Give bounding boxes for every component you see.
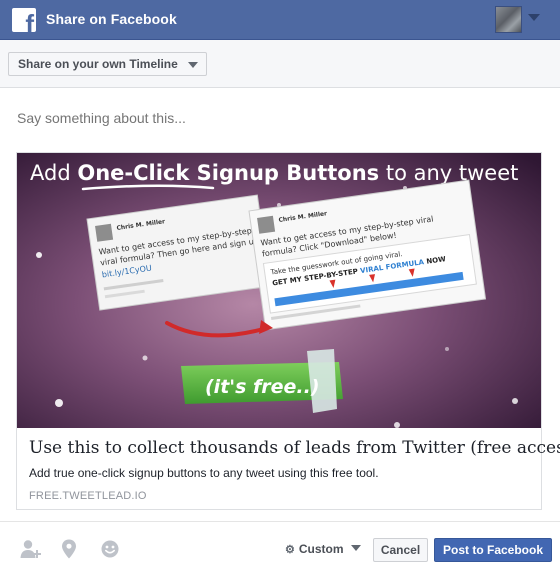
preview-domain: FREE.TWEETLEAD.IO bbox=[29, 490, 147, 502]
location-pin-icon[interactable] bbox=[61, 539, 81, 559]
chevron-down-icon bbox=[187, 62, 198, 68]
image-headline-suffix: to any tweet bbox=[386, 161, 519, 185]
share-destination-dropdown[interactable]: Share on your own Timeline bbox=[8, 52, 207, 76]
account-menu-caret-icon[interactable] bbox=[528, 14, 540, 21]
link-preview-card[interactable]: Add One-Click Signup Buttons to any twee… bbox=[16, 152, 560, 510]
svg-text:Add One-Click Signup B: Add One-Click Signup Buttons to any twee… bbox=[30, 161, 518, 185]
gear-icon: ⚙ bbox=[285, 544, 295, 556]
status-input[interactable] bbox=[17, 108, 537, 128]
tag-friends-icon[interactable] bbox=[20, 539, 41, 559]
preview-description: Add true one-click signup buttons to any… bbox=[29, 466, 379, 480]
dialog-header: f Share on Facebook bbox=[0, 0, 560, 40]
chevron-down-icon bbox=[350, 545, 361, 551]
dialog-footer: ⚙ Custom Cancel Post to Facebook bbox=[0, 521, 560, 579]
image-headline-emphasis: One-Click Signup Buttons bbox=[77, 161, 379, 185]
image-headline-prefix: Add bbox=[30, 161, 71, 185]
post-to-facebook-button[interactable]: Post to Facebook bbox=[434, 538, 552, 562]
feeling-smiley-icon[interactable] bbox=[100, 539, 120, 559]
privacy-selector[interactable]: ⚙ Custom bbox=[285, 542, 361, 556]
preview-title[interactable]: Use this to collect thousands of leads f… bbox=[29, 438, 560, 458]
preview-image[interactable]: Add One-Click Signup Buttons to any twee… bbox=[17, 153, 541, 428]
cancel-button[interactable]: Cancel bbox=[373, 538, 428, 562]
privacy-label: Custom bbox=[298, 542, 344, 556]
facebook-logo-icon: f bbox=[12, 8, 36, 32]
user-avatar[interactable] bbox=[495, 6, 522, 33]
dialog-title: Share on Facebook bbox=[46, 11, 177, 27]
ribbon-text: (it's free..) bbox=[205, 376, 320, 398]
share-destination-label: Share on your own Timeline bbox=[18, 57, 178, 71]
audience-bar: Share on your own Timeline bbox=[0, 40, 560, 88]
